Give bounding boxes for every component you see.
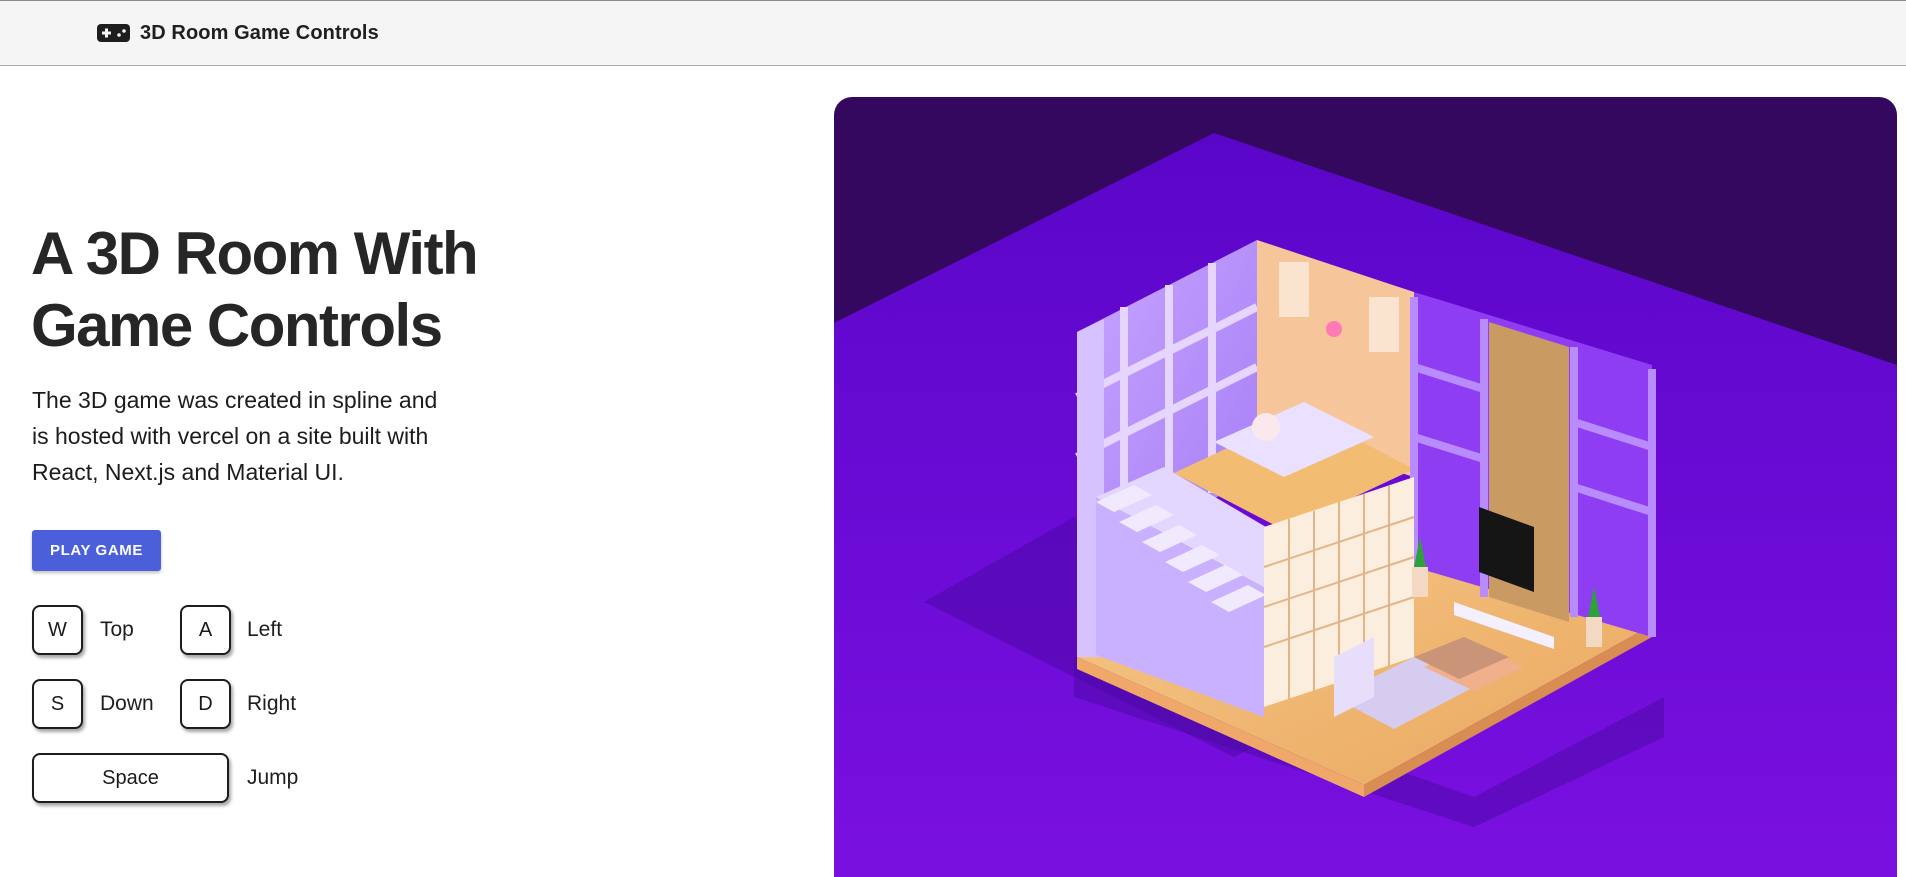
- key-a-label: Left: [247, 618, 283, 641]
- key-w: W: [32, 605, 83, 655]
- page-title-line-2: Game Controls: [31, 292, 443, 359]
- key-w-label: Top: [100, 618, 134, 641]
- key-s: S: [32, 679, 83, 729]
- game-scene[interactable]: [834, 97, 1897, 877]
- app-title: 3D Room Game Controls: [140, 21, 379, 44]
- page-title-line-1: A 3D Room With: [31, 220, 479, 287]
- description-line-1: The 3D game was created in spline and: [32, 387, 438, 413]
- isometric-room-illustration: [834, 97, 1897, 877]
- app-bar: 3D Room Game Controls: [0, 0, 1906, 66]
- gamepad-icon: [97, 24, 130, 42]
- key-space: Space: [32, 753, 229, 803]
- key-space-label: Jump: [247, 766, 299, 789]
- description-line-3: React, Next.js and Material UI.: [32, 459, 344, 485]
- key-d-label: Right: [247, 692, 297, 715]
- key-d: D: [180, 679, 231, 729]
- key-s-label: Down: [100, 692, 154, 715]
- key-a: A: [180, 605, 231, 655]
- play-game-button[interactable]: PLAY GAME: [32, 530, 161, 571]
- description-line-2: is hosted with vercel on a site built wi…: [32, 423, 429, 449]
- page-title: A 3D Room With Game Controls: [31, 218, 551, 362]
- page-description: The 3D game was created in spline and is…: [32, 382, 452, 490]
